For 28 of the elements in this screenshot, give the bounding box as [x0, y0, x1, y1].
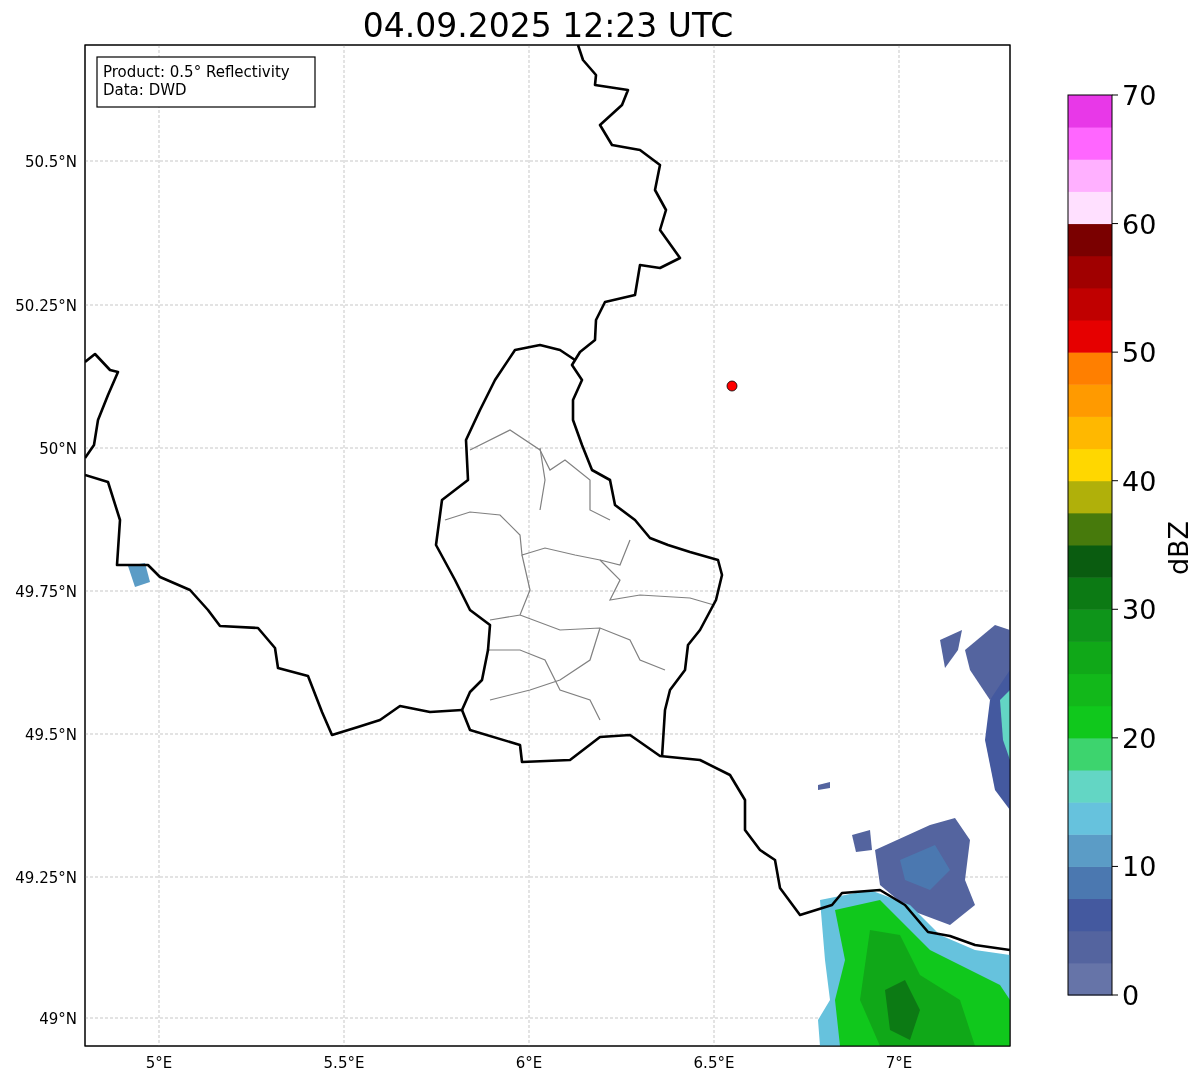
longitude-label: 5.5°E	[323, 1054, 365, 1072]
colorbar-tick-label: 50	[1122, 337, 1157, 369]
latitude-label: 50.5°N	[24, 153, 77, 171]
info-text: Product: 0.5° Reflectivity	[103, 63, 290, 81]
colorbar-tick-label: 40	[1122, 465, 1157, 497]
colorbar-label: dBZ	[1163, 520, 1194, 576]
radar-echo	[852, 830, 872, 852]
latitude-label: 49°N	[39, 1010, 77, 1028]
latitude-label: 50°N	[39, 440, 77, 458]
colorbar-tick-label: 60	[1122, 208, 1157, 240]
radar-echo	[128, 563, 150, 587]
colorbar-tick-label: 20	[1122, 722, 1157, 754]
colorbar-tick-label: 0	[1122, 980, 1140, 1011]
longitude-label: 7°E	[885, 1054, 913, 1072]
latitude-label: 49.75°N	[15, 583, 77, 601]
longitude-label: 5°E	[145, 1054, 173, 1072]
radar-echo	[818, 782, 830, 790]
latitude-label: 50.25°N	[15, 297, 77, 315]
longitude-label: 6.5°E	[693, 1054, 735, 1072]
colorbar-tick-label: 30	[1122, 594, 1157, 626]
colorbar-tick-label: 10	[1122, 851, 1157, 883]
latitude-label: 49.25°N	[15, 869, 77, 887]
colorbar-tick-label: 70	[1122, 80, 1157, 111]
longitude-label: 6°E	[515, 1054, 543, 1072]
info-text: Data: DWD	[103, 81, 187, 99]
latitude-label: 49.5°N	[24, 726, 77, 744]
station-marker	[726, 380, 738, 392]
chart-title: 04.09.2025 12:23 UTC	[362, 6, 734, 45]
